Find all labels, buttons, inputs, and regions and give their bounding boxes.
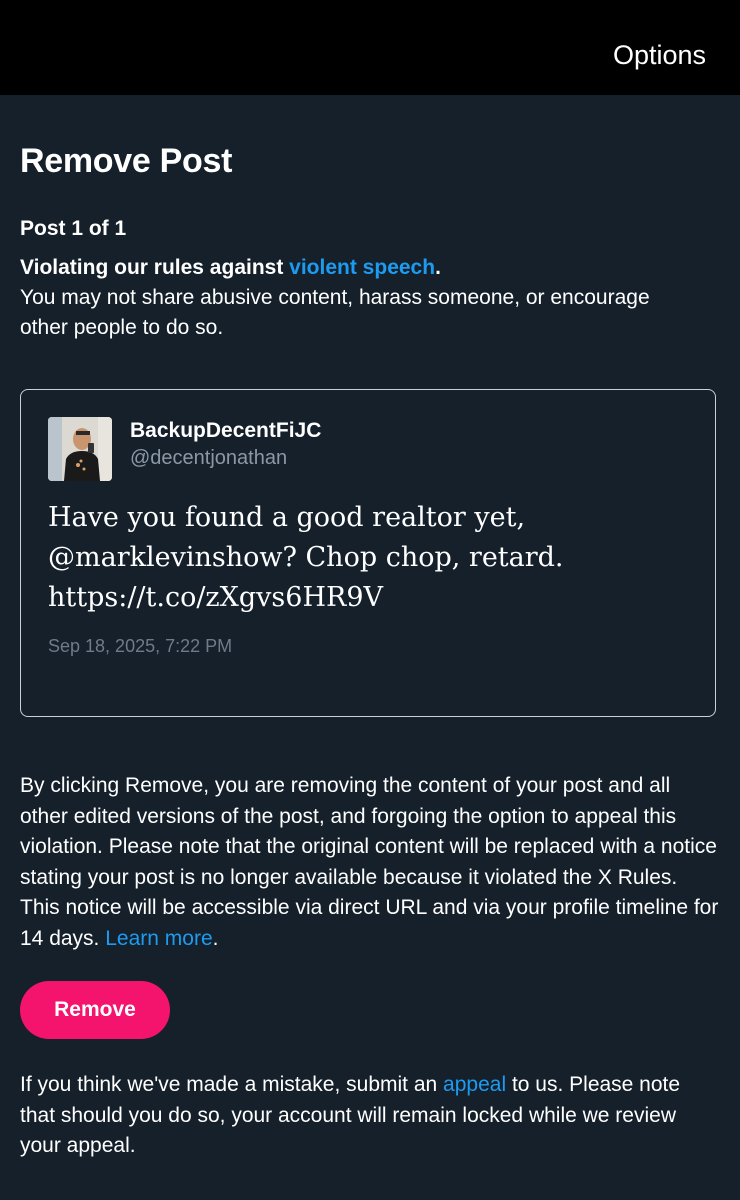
violation-headline-suffix: . — [435, 256, 441, 279]
remove-post-panel: Remove Post Post 1 of 1 Violating our ru… — [0, 95, 740, 1200]
page-title: Remove Post — [20, 142, 233, 180]
violation-description: You may not share abusive content, haras… — [20, 286, 650, 339]
removal-explanation: By clicking Remove, you are removing the… — [20, 771, 720, 954]
options-button[interactable]: Options — [613, 40, 706, 71]
tweet-timestamp: Sep 18, 2025, 7:22 PM — [48, 636, 233, 656]
violation-notice: Violating our rules against violent spee… — [20, 253, 700, 343]
removal-explanation-text: By clicking Remove, you are removing the… — [20, 774, 719, 950]
remove-button[interactable]: Remove — [20, 981, 170, 1039]
appeal-notice: If you think we've made a mistake, submi… — [20, 1070, 720, 1162]
violent-speech-link[interactable]: violent speech — [289, 256, 435, 279]
avatar — [48, 417, 112, 481]
user-handle: @decentjonathan — [130, 447, 288, 469]
learn-more-link[interactable]: Learn more — [105, 927, 212, 950]
display-name: BackupDecentFiJC — [130, 419, 322, 442]
avatar-image — [48, 417, 112, 481]
appeal-prefix: If you think we've made a mistake, submi… — [20, 1073, 444, 1096]
post-count: Post 1 of 1 — [20, 217, 127, 240]
violation-headline-prefix: Violating our rules against — [20, 256, 290, 279]
violation-headline: Violating our rules against violent spee… — [20, 256, 441, 279]
top-bar: Options — [0, 0, 740, 95]
tweet-text: Have you found a good realtor yet, @mark… — [48, 502, 564, 613]
tweet-card: BackupDecentFiJC @decentjonathan Have yo… — [20, 389, 716, 717]
removal-explanation-suffix: . — [212, 926, 219, 950]
appeal-link[interactable]: appeal — [443, 1073, 506, 1096]
